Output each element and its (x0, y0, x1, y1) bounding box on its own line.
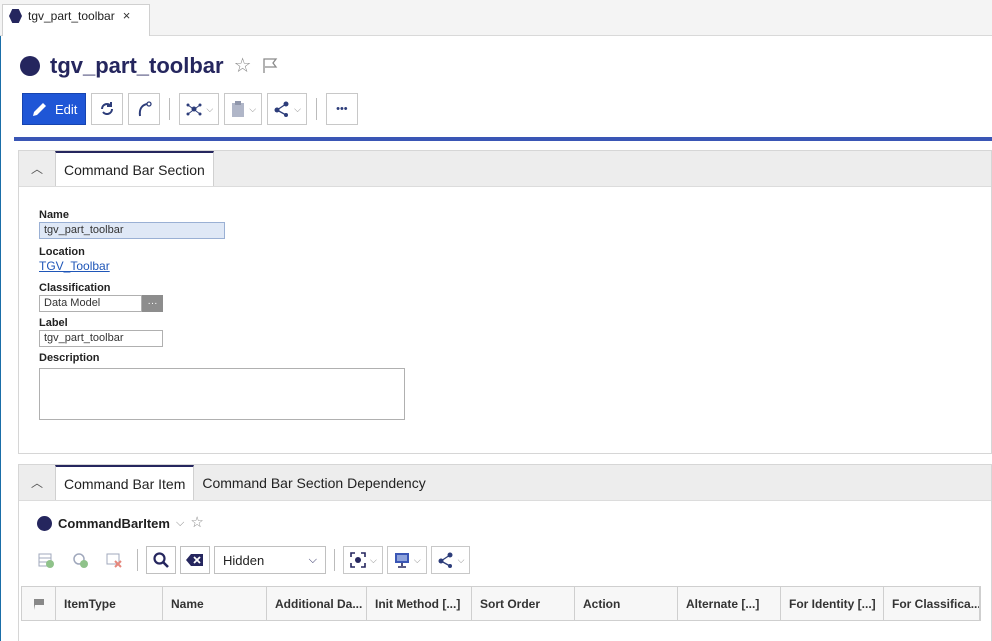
collapse-caret-icon[interactable]: ︿ (19, 151, 55, 186)
clear-search-button[interactable] (180, 546, 210, 574)
main-toolbar: Edit ⌵ ⌵ ⌵ ••• (22, 90, 358, 128)
tab-command-bar-section-dependency[interactable]: Command Bar Section Dependency (194, 465, 433, 500)
grid-toolbar: Hidden ⌵ ⌵ ⌵ ⌵ (31, 545, 471, 575)
chevron-down-icon: ⌵ (370, 554, 377, 565)
panel-header: ︿ Command Bar Section (19, 151, 991, 187)
column-header[interactable]: Sort Order (472, 587, 575, 620)
grid-title-row: CommandBarItem ⌵ ☆ (37, 513, 204, 533)
description-label: Description (39, 352, 100, 364)
page-title: tgv_part_toolbar (50, 53, 224, 78)
classification-picker-button[interactable]: ··· (142, 295, 163, 312)
focus-icon (350, 552, 366, 568)
share-icon (438, 552, 453, 568)
flag-icon (33, 598, 44, 610)
itemtype-icon (9, 9, 22, 23)
favorite-star-icon[interactable]: ☆ (234, 56, 252, 76)
classification-value[interactable]: Data Model (39, 295, 142, 312)
chevron-down-icon: ⌵ (294, 103, 301, 114)
search-button[interactable] (146, 546, 176, 574)
edit-label: Edit (55, 101, 78, 117)
toolbar-rule (14, 137, 992, 141)
chevron-down-icon: ⌵ (249, 103, 257, 114)
tab-label: tgv_part_toolbar (28, 9, 115, 23)
view-mode-button[interactable]: ⌵ (343, 546, 383, 574)
classification-label: Classification (39, 282, 111, 294)
chevron-down-icon: ⌵ (206, 103, 214, 114)
chevron-down-icon[interactable]: ⌵ (176, 517, 184, 530)
tab-command-bar-item[interactable]: Command Bar Item (55, 465, 195, 500)
share-icon (274, 101, 289, 117)
add-related-icon (73, 553, 88, 568)
panel-header: ︿ Command Bar Item Command Bar Section D… (19, 465, 991, 501)
favorite-star-icon[interactable]: ☆ (190, 513, 203, 533)
column-header[interactable]: For Classifica... (884, 587, 980, 620)
flag-column-header[interactable] (22, 587, 56, 620)
column-header[interactable]: For Identity [...] (781, 587, 884, 620)
name-field[interactable]: tgv_part_toolbar (39, 222, 225, 239)
edit-button[interactable]: Edit (22, 93, 87, 125)
backspace-icon (186, 554, 203, 566)
column-header[interactable]: ItemType (56, 587, 163, 620)
monitor-icon (394, 553, 409, 568)
grid-title: CommandBarItem (58, 515, 170, 531)
share-button[interactable]: ⌵ (267, 93, 307, 125)
column-header[interactable]: Name (163, 587, 267, 620)
filter-select-value: Hidden (223, 552, 265, 568)
tab-tgv-part-toolbar[interactable]: tgv_part_toolbar × (2, 4, 150, 36)
display-button[interactable]: ⌵ (386, 546, 427, 574)
name-label: Name (39, 209, 69, 221)
location-link[interactable]: TGV_Toolbar (39, 259, 405, 275)
classification-field: Data Model ··· (39, 295, 163, 312)
more-icon: ••• (336, 103, 348, 115)
toolbar-separator (137, 549, 138, 571)
itemtype-icon (20, 56, 40, 76)
chevron-down-icon: ⌵ (308, 553, 317, 566)
refresh-button[interactable] (91, 93, 124, 125)
properties-form: Name tgv_part_toolbar Location TGV_Toolb… (39, 209, 405, 420)
toolbar-separator (315, 98, 317, 120)
delete-row-button[interactable] (99, 546, 129, 574)
title-row: tgv_part_toolbar ☆ (20, 51, 278, 81)
command-bar-section-panel: ︿ Command Bar Section Name tgv_part_tool… (18, 150, 992, 454)
flag-icon[interactable] (262, 58, 278, 74)
curved-arrow-icon (139, 101, 153, 117)
grid-header: ItemType Name Additional Da... Init Meth… (21, 586, 981, 621)
lifecycle-button[interactable] (128, 93, 161, 125)
more-button[interactable]: ••• (325, 93, 358, 125)
search-icon (153, 552, 169, 568)
location-label: Location (39, 246, 85, 258)
collapse-caret-icon[interactable]: ︿ (19, 465, 55, 500)
label-field[interactable]: tgv_part_toolbar (39, 330, 163, 347)
pencil-icon (33, 103, 46, 116)
clipboard-icon (232, 101, 245, 117)
clipboard-button[interactable]: ⌵ (224, 93, 263, 125)
chevron-down-icon: ⌵ (457, 554, 465, 565)
filter-select[interactable]: Hidden ⌵ (214, 546, 326, 574)
label-label: Label (39, 317, 68, 329)
column-header[interactable]: Additional Da... (267, 587, 367, 620)
network-icon (186, 103, 202, 116)
tab-close-icon[interactable]: × (123, 9, 131, 22)
chevron-down-icon: ⌵ (413, 554, 421, 565)
description-textarea[interactable] (39, 368, 405, 420)
structure-button[interactable]: ⌵ (179, 93, 220, 125)
column-header[interactable]: Action (575, 587, 678, 620)
toolbar-separator (334, 549, 335, 571)
itemtype-icon (37, 515, 52, 531)
column-header[interactable]: Alternate [...] (678, 587, 781, 620)
refresh-icon (101, 102, 114, 115)
add-related-button[interactable] (65, 546, 95, 574)
grid-share-button[interactable]: ⌵ (430, 546, 471, 574)
toolbar-separator (169, 98, 171, 120)
tab-strip: tgv_part_toolbar × (0, 0, 992, 36)
add-row-icon (38, 553, 54, 568)
delete-row-icon (106, 553, 122, 568)
relationships-panel: ︿ Command Bar Item Command Bar Section D… (18, 464, 992, 641)
column-header[interactable]: Init Method [...] (367, 587, 472, 620)
add-row-button[interactable] (31, 546, 61, 574)
tab-command-bar-section[interactable]: Command Bar Section (55, 151, 214, 186)
